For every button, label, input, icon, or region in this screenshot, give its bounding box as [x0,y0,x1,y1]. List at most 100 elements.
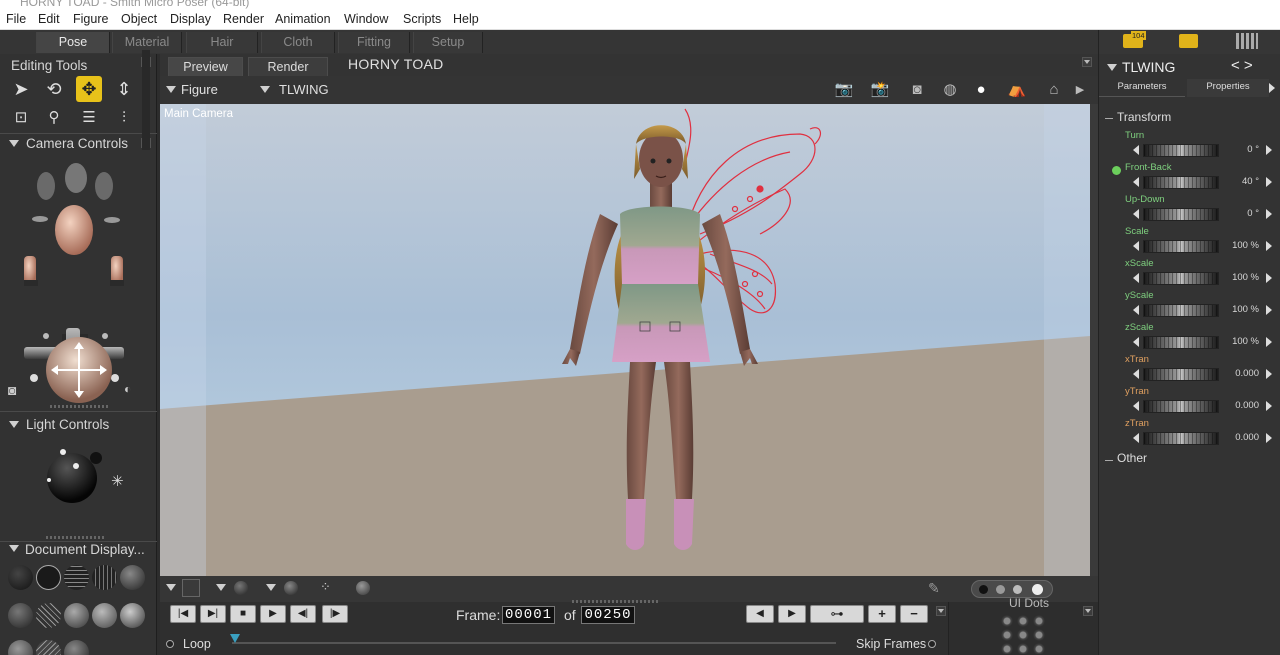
camera-snapshot-icon[interactable]: ◙ [8,382,16,398]
background-ball-icon[interactable] [356,581,370,595]
tab-properties[interactable]: Properties [1187,79,1269,97]
rotate-tool-icon[interactable]: ⟲ [41,76,67,102]
animation-menu-button[interactable] [936,606,946,616]
menu-edit[interactable]: Edit [38,12,60,26]
previous-frame-button[interactable]: ◀| [290,605,316,623]
turn-increment-icon[interactable] [1266,145,1272,155]
next-key-button[interactable]: ▶ [778,605,806,623]
display-smooth-shaded-icon[interactable] [92,603,117,628]
menu-animation[interactable]: Animation [275,12,331,26]
yscale-value[interactable]: 100 % [1227,304,1259,315]
actor-dropdown-icon[interactable] [260,86,270,93]
select-tool-icon[interactable]: ➤ [8,76,34,102]
camera-lock-icon[interactable]: ◐ [124,382,131,396]
left-panel-scrollbar[interactable] [142,50,150,150]
other-group-title[interactable]: Other [1117,451,1147,465]
figure-selector[interactable]: Figure [181,82,218,97]
menu-file[interactable]: File [6,12,26,26]
display-wireframe-icon[interactable] [64,565,89,590]
ground-color-menu-icon[interactable] [266,584,276,591]
ytran-value[interactable]: 0.000 [1227,400,1259,411]
sketch-render-icon[interactable]: ◍ [938,80,962,100]
actor-navigation[interactable]: < > [1231,57,1253,74]
remove-key-button[interactable]: − [900,605,928,623]
translate-tool-icon[interactable]: ✥ [76,76,102,102]
zscale-decrement-icon[interactable] [1133,337,1139,347]
xtran-dial[interactable] [1143,368,1219,381]
skip-frames-radio[interactable] [928,640,936,648]
up-down-increment-icon[interactable] [1266,209,1272,219]
go-to-end-button[interactable]: ▶| [200,605,226,623]
document-display-collapse-icon[interactable] [9,545,19,552]
paint-brush-icon[interactable]: ✎ [928,580,940,597]
ytran-decrement-icon[interactable] [1133,401,1139,411]
display-silhouette-icon[interactable] [8,565,33,590]
color-tool-icon[interactable]: ⫶ [111,105,137,131]
shadow-toggle-icon[interactable]: ● [969,80,993,100]
actor-collapse-icon[interactable] [1107,64,1117,71]
previous-key-button[interactable]: ◀ [746,605,774,623]
floor-menu-icon[interactable] [166,584,176,591]
menu-object[interactable]: Object [121,12,157,26]
tab-setup[interactable]: Setup [413,32,483,53]
menu-window[interactable]: Window [344,12,388,26]
zscale-increment-icon[interactable] [1266,337,1272,347]
tabs-scroll-right-icon[interactable] [1269,83,1275,93]
front-back-dial[interactable] [1143,176,1219,189]
front-back-decrement-icon[interactable] [1133,177,1139,187]
display-preview-icon[interactable] [64,640,89,655]
yscale-increment-icon[interactable] [1266,305,1272,315]
viewport-scrollbar[interactable] [1090,104,1098,576]
go-to-start-button[interactable]: |◀ [170,605,196,623]
ui-dots-grid[interactable] [999,614,1047,654]
display-lit-wireframe-icon[interactable] [120,565,145,590]
menu-display[interactable]: Display [170,12,211,26]
current-frame-field[interactable]: 00001 [502,606,555,624]
tab-cloth[interactable]: Cloth [261,32,335,53]
total-frames-field[interactable]: 00250 [581,606,635,624]
shadow-color-menu-icon[interactable] [216,584,226,591]
ui-dots-menu-button[interactable] [1083,606,1093,616]
display-flat-shaded-icon[interactable] [8,603,33,628]
display-flat-lined-icon[interactable] [36,603,61,628]
play-button[interactable]: ▶ [260,605,286,623]
front-back-increment-icon[interactable] [1266,177,1272,187]
display-lined-icon[interactable] [36,640,61,655]
foreground-balls-icon[interactable]: ⁘ [320,579,340,597]
document-menu-button[interactable] [1082,57,1092,67]
tab-hair[interactable]: Hair [186,32,258,53]
timeline-slider[interactable] [232,642,836,644]
menu-scripts[interactable]: Scripts [403,12,441,26]
turn-value[interactable]: 0 ° [1227,144,1259,155]
scale-increment-icon[interactable] [1266,241,1272,251]
xscale-decrement-icon[interactable] [1133,273,1139,283]
display-sketch-icon[interactable] [8,640,33,655]
xscale-value[interactable]: 100 % [1227,272,1259,283]
tab-pose[interactable]: Pose [36,32,110,53]
light-controls-widget[interactable]: ✳ [38,446,138,506]
toolbar-scroll-right-icon[interactable]: ▶ [1068,80,1092,100]
yscale-decrement-icon[interactable] [1133,305,1139,315]
tab-render[interactable]: Render [248,57,328,76]
trackball-icon[interactable] [34,336,124,404]
3d-viewport[interactable]: Main Camera [160,104,1090,576]
display-outline-icon[interactable] [36,565,61,590]
display-cartoon-icon[interactable] [64,603,89,628]
actor-selector[interactable]: TLWING [279,82,329,97]
light-controls-collapse-icon[interactable] [9,421,19,428]
notification-icon[interactable]: 104 [1123,31,1146,48]
bg-color-swatch[interactable] [182,579,200,597]
keyframes-button[interactable]: ⊶ [810,605,864,623]
zscale-value[interactable]: 100 % [1227,336,1259,347]
render-queue-icon[interactable]: ⌂ [1042,80,1066,100]
transform-group-title[interactable]: Transform [1117,110,1171,124]
next-frame-button[interactable]: |▶ [322,605,348,623]
translate-in-out-icon[interactable]: ⇕ [111,76,137,102]
display-hidden-line-icon[interactable] [92,565,117,590]
turn-dial[interactable] [1143,144,1219,157]
message-icon[interactable] [1179,34,1198,48]
xscale-increment-icon[interactable] [1266,273,1272,283]
camera-controls-collapse-icon[interactable] [9,140,19,147]
xtran-increment-icon[interactable] [1266,369,1272,379]
front-back-value[interactable]: 40 ° [1227,176,1259,187]
